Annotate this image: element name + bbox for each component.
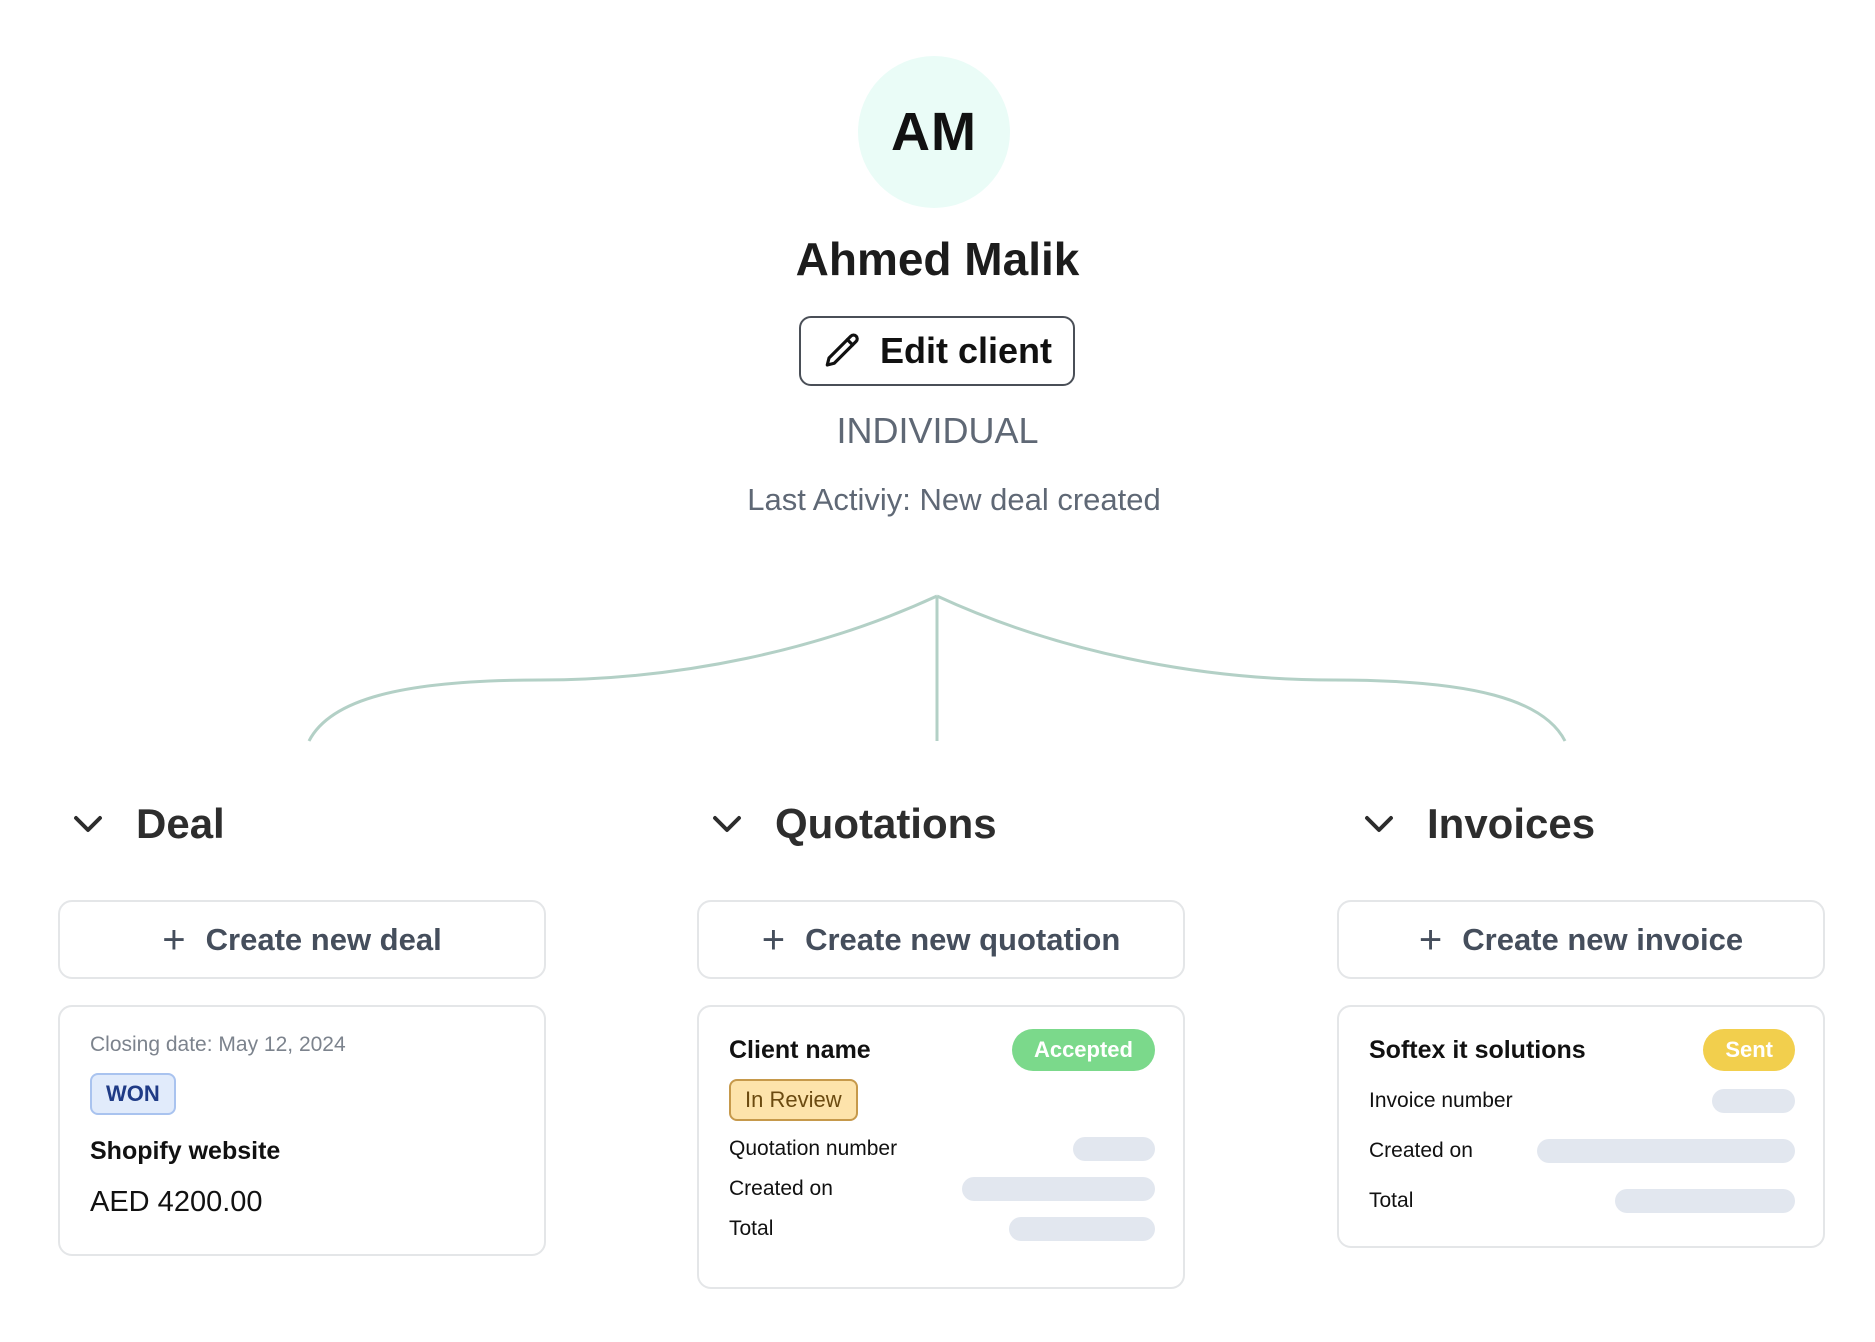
field-label: Total [729,1217,774,1240]
field-label: Invoice number [1369,1089,1513,1112]
chevron-down-icon[interactable] [1361,806,1397,842]
client-type: INDIVIDUAL [836,410,1039,451]
create-invoice-label: Create new invoice [1462,921,1744,957]
skeleton-placeholder [962,1177,1155,1201]
quotation-client-name: Client name [729,1035,871,1064]
plus-icon: + [761,917,786,962]
accepted-badge: Accepted [1011,1029,1155,1071]
avatar: AM [858,56,1010,208]
chevron-down-icon[interactable] [709,806,745,842]
skeleton-placeholder [1712,1089,1795,1113]
create-quotation-label: Create new quotation [805,921,1121,957]
field-label: Created on [729,1177,833,1200]
deal-heading: Deal [136,800,225,847]
sent-badge: Sent [1703,1029,1795,1071]
quotations-heading: Quotations [775,800,997,847]
create-invoice-button[interactable]: + Create new invoice [1337,900,1825,979]
field-label: Quotation number [729,1137,898,1160]
chevron-down-icon[interactable] [70,806,106,842]
pencil-icon [825,333,859,367]
edit-client-button[interactable]: Edit client [799,316,1075,386]
field-label: Total [1369,1189,1414,1212]
connector-left [307,594,938,742]
deal-column: Deal + Create new deal Closing date: May… [58,800,546,1256]
plus-icon: + [162,917,186,962]
skeleton-placeholder [1615,1189,1795,1213]
create-quotation-button[interactable]: + Create new quotation [697,900,1185,979]
invoices-header[interactable]: Invoices [1337,800,1825,848]
last-activity: Last Activiy: New deal created [747,482,1161,517]
skeleton-placeholder [1073,1137,1155,1161]
skeleton-placeholder [1537,1139,1795,1163]
quotations-header[interactable]: Quotations [697,800,1185,848]
invoices-heading: Invoices [1427,800,1596,847]
invoice-card[interactable]: Softex it solutions Sent Invoice number … [1337,1005,1825,1248]
invoices-column: Invoices + Create new invoice Softex it … [1337,800,1825,1248]
deal-header[interactable]: Deal [58,800,546,848]
field-label: Created on [1369,1139,1473,1162]
closing-date: Closing date: May 12, 2024 [90,1033,346,1056]
create-deal-label: Create new deal [205,921,442,957]
plus-icon: + [1418,917,1443,962]
skeleton-placeholder [1009,1217,1155,1241]
deal-title: Shopify website [90,1137,281,1165]
quotation-card[interactable]: Client name Accepted In Review Quotation… [697,1005,1185,1289]
connector-right [936,594,1567,742]
deal-amount: AED 4200.00 [90,1186,263,1218]
avatar-initials: AM [891,102,977,162]
invoice-client-name: Softex it solutions [1369,1035,1586,1064]
client-name: Ahmed Malik [795,233,1080,285]
create-deal-button[interactable]: + Create new deal [58,900,546,979]
status-badge: WON [90,1073,176,1115]
edit-client-label: Edit client [879,330,1053,371]
status-badge: In Review [729,1079,858,1121]
deal-card[interactable]: Closing date: May 12, 2024 WON Shopify w… [58,1005,546,1256]
quotations-column: Quotations + Create new quotation Client… [697,800,1185,1289]
